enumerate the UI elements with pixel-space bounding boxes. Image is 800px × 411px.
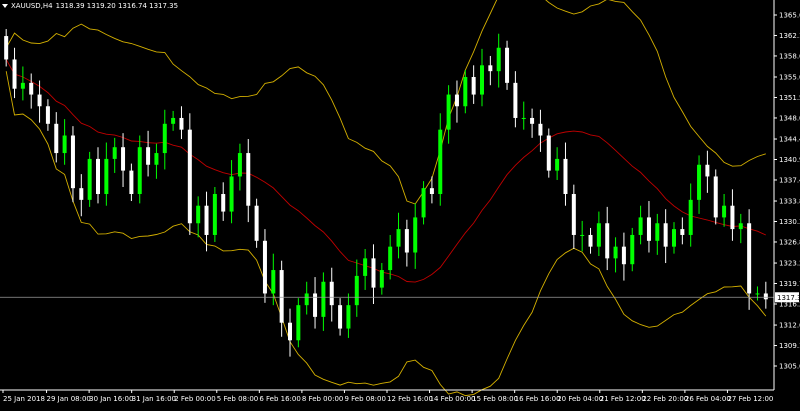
price-tick-label: 1323.20 [779, 260, 800, 268]
time-tick-label: 14 Feb 00:00 [430, 395, 476, 403]
price-tick-label: 1333.80 [779, 198, 800, 206]
candle [713, 169, 718, 225]
time-tick-label: 15 Feb 08:00 [472, 395, 518, 403]
candle [505, 40, 510, 90]
price-tick-label: 1305.60 [779, 363, 800, 371]
current-price-text: 1317.35 [777, 294, 800, 302]
time-tick-label: 21 Feb 12:00 [600, 395, 646, 403]
candle [187, 113, 192, 235]
price-tick-label: 1337.40 [779, 176, 800, 184]
price-tick-label: 1365.60 [779, 12, 800, 20]
price-tick-label: 1330.30 [779, 218, 800, 226]
time-tick-label: 27 Feb 12:00 [727, 395, 773, 403]
time-tick-label: 12 Feb 16:00 [387, 395, 433, 403]
price-chart[interactable]: 1365.60 1362.10 1358.60 1355.00 1351.50 1348.… [0, 0, 800, 407]
price-tick-label: 1340.90 [779, 156, 800, 164]
price-tick-label: 1309.10 [779, 342, 800, 350]
price-tick-label: 1344.40 [779, 136, 800, 144]
candle [87, 151, 92, 207]
symbol-label: XAUUSD,H4 [11, 2, 53, 10]
candle [254, 198, 259, 248]
time-tick-label: 20 Feb 04:00 [557, 395, 603, 403]
price-tick-label: 1348.00 [779, 114, 800, 122]
candle [212, 186, 217, 242]
time-tick-label: 2 Feb 00:00 [174, 395, 215, 403]
time-tick-label: 8 Feb 00:00 [302, 395, 343, 403]
ohlc-values: 1318.39 1319.20 1316.74 1317.35 [55, 2, 179, 10]
time-tick-label: 25 Jan 2018 [3, 395, 45, 403]
time-tick-label: 6 Feb 16:00 [259, 395, 300, 403]
price-tick-label: 1362.10 [779, 32, 800, 40]
chart-window[interactable]: 1365.60 1362.10 1358.60 1355.00 1351.50 1348.… [0, 0, 800, 407]
dropdown-triangle-icon[interactable] [2, 4, 8, 8]
candle [546, 128, 551, 178]
price-tick-label: 1351.50 [779, 94, 800, 102]
current-price-label: 1317.35 [775, 292, 800, 303]
time-tick-label: 16 Feb 16:00 [515, 395, 561, 403]
price-tick-label: 1358.60 [779, 52, 800, 60]
price-tick-label: 1319.70 [779, 280, 800, 288]
time-tick-label: 31 Jan 16:00 [132, 395, 176, 403]
time-tick-label: 5 Feb 08:00 [217, 395, 258, 403]
time-tick-label: 9 Feb 08:00 [344, 395, 385, 403]
time-tick-label: 26 Feb 04:00 [685, 395, 731, 403]
price-tick-label: 1326.80 [779, 238, 800, 246]
time-tick-label: 30 Jan 16:00 [89, 395, 133, 403]
price-tick-label: 1355.00 [779, 74, 800, 82]
chart-title[interactable]: XAUUSD,H4 1318.39 1319.20 1316.74 1317.3… [2, 2, 178, 10]
time-tick-label: 22 Feb 20:00 [642, 395, 688, 403]
time-tick-label: 29 Jan 08:00 [47, 395, 91, 403]
price-tick-label: 1312.60 [779, 322, 800, 330]
candle [296, 298, 301, 348]
